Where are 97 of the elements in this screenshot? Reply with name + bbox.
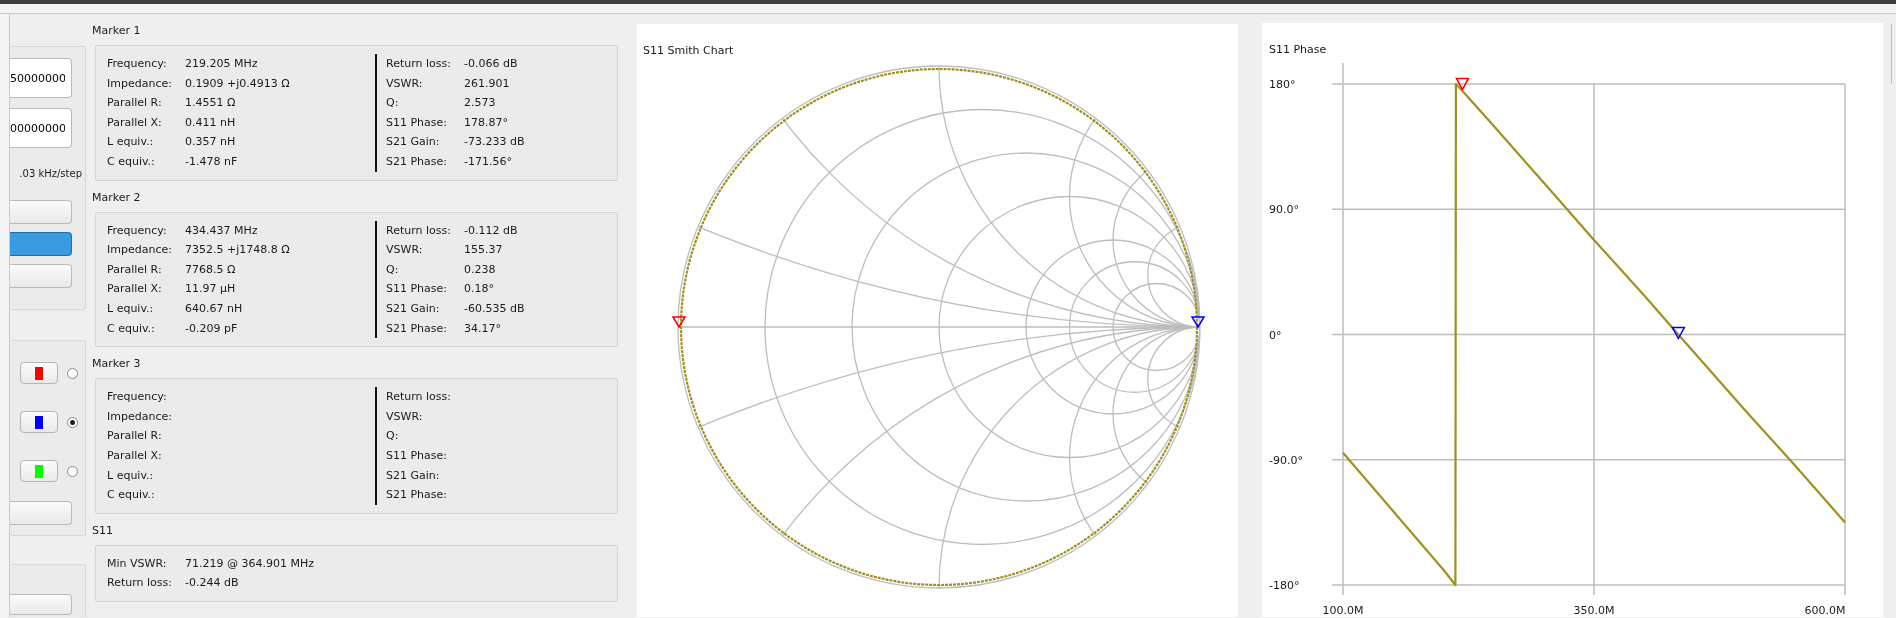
field-value: -73.233 dB [464,134,525,151]
axis-tick-label: 350.0M [1573,604,1615,617]
blank-button[interactable] [10,264,72,288]
field-value: 71.219 @ 364.901 MHz [185,555,314,572]
field-label: C equiv.: [107,487,156,504]
field-value: -0.244 dB [185,575,239,592]
axis-tick-label: 600.0M [1804,604,1846,617]
field-label: S21 Phase: [386,487,449,504]
field-value: 0.357 nH [185,134,236,151]
field-label: Impedance: [107,242,173,259]
field-value: 11.97 µH [185,281,236,298]
axis-tick-label: 0° [1269,328,1282,342]
radio-button[interactable] [67,465,78,477]
field-label: Q: [386,261,400,278]
group-title: Marker 2 [92,189,142,205]
step-label: .03 kHz/step [18,167,82,181]
group-title: Marker 3 [92,356,142,372]
field-label: Impedance: [107,408,173,425]
field-value: -60.535 dB [464,300,525,317]
field-value: 434.437 MHz [185,222,258,239]
field-label: Min VSWR: [107,555,168,572]
field-label: L equiv.: [107,134,155,151]
axis-tick-label: 90.0° [1269,203,1299,217]
marker-triangle-icon [1190,316,1206,329]
field-label: L equiv.: [107,467,155,484]
chart-title: S11 Phase [1269,43,1327,56]
field-label: L equiv.: [107,300,155,317]
field-value: 219.205 MHz [185,56,258,72]
field-value: 155.37 [464,242,503,259]
field-value: 261.901 [464,75,510,92]
field-label: Parallel R: [107,428,163,445]
field-label: Frequency: [107,56,168,72]
field-label: S21 Phase: [386,320,449,337]
field-label: Return loss: [386,389,452,406]
field-value: 2.573 [464,95,496,112]
radio-button[interactable] [67,367,78,379]
frequency-field[interactable]: 00000000 [10,108,72,148]
field-value: 7352.5 +j1748.8 Ω [185,242,290,259]
marker-color-button[interactable] [20,411,58,433]
field-label: Q: [386,95,400,112]
field-value: -1.478 nF [185,153,238,170]
frequency-field[interactable]: 50000000 [10,58,72,98]
field-label: Parallel R: [107,261,163,278]
group-title: Marker 1 [92,23,142,38]
field-label: S21 Gain: [386,300,441,317]
field-label: S21 Gain: [386,134,441,151]
field-value: -0.209 pF [185,320,238,337]
field-value: -171.56° [464,153,512,170]
field-label: S21 Phase: [386,153,449,170]
field-label: C equiv.: [107,153,156,170]
axis-tick-label: 180° [1269,78,1296,91]
field-label: S11 Phase: [386,281,449,298]
field-label: Parallel X: [107,281,163,298]
marker-triangle-icon [1455,77,1470,91]
blank-button[interactable] [10,232,72,256]
field-label: Return loss: [386,56,452,72]
field-value: 0.18° [464,281,494,298]
axis-tick-label: -90.0° [1269,453,1303,467]
field-value: 1.4551 Ω [185,95,236,112]
field-value: 0.1909 +j0.4913 Ω [185,75,290,92]
chart-title: S11 Smith Chart [643,44,734,57]
blank-button[interactable] [10,594,72,615]
field-value: 34.17° [464,320,501,337]
field-label: Q: [386,428,400,445]
field-value: 7768.5 Ω [185,261,236,278]
field-label: Return loss: [107,575,173,592]
field-label: S21 Gain: [386,467,441,484]
field-value: 0.411 nH [185,114,236,131]
field-label: Impedance: [107,75,173,92]
field-label: Frequency: [107,222,168,239]
field-label: VSWR: [386,408,424,425]
axis-tick-label: -180° [1269,579,1300,592]
field-label: Parallel X: [107,114,163,131]
field-label: Frequency: [107,389,168,406]
blank-button[interactable] [10,501,72,525]
field-label: Return loss: [386,222,452,239]
radio-button[interactable] [67,416,78,428]
field-value: -0.112 dB [464,222,518,239]
field-value: 178.87° [464,114,508,131]
field-label: Parallel X: [107,447,163,464]
field-label: S11 Phase: [386,114,449,131]
field-value: 0.238 [464,261,496,278]
group-title: S11 [92,522,114,538]
marker-triangle-icon [671,316,687,329]
field-label: VSWR: [386,75,424,92]
field-label: Parallel R: [107,95,163,112]
marker-triangle-icon [1671,326,1686,341]
field-label: S11 Phase: [386,447,449,464]
field-label: VSWR: [386,242,424,259]
blank-button[interactable] [10,200,72,224]
marker-color-button[interactable] [20,362,58,384]
field-label: C equiv.: [107,320,156,337]
field-value: -0.066 dB [464,56,518,72]
field-value: 640.67 nH [185,300,243,317]
frame-edge [1891,24,1894,84]
axis-tick-label: 100.0M [1322,604,1364,617]
marker-color-button[interactable] [20,460,58,482]
